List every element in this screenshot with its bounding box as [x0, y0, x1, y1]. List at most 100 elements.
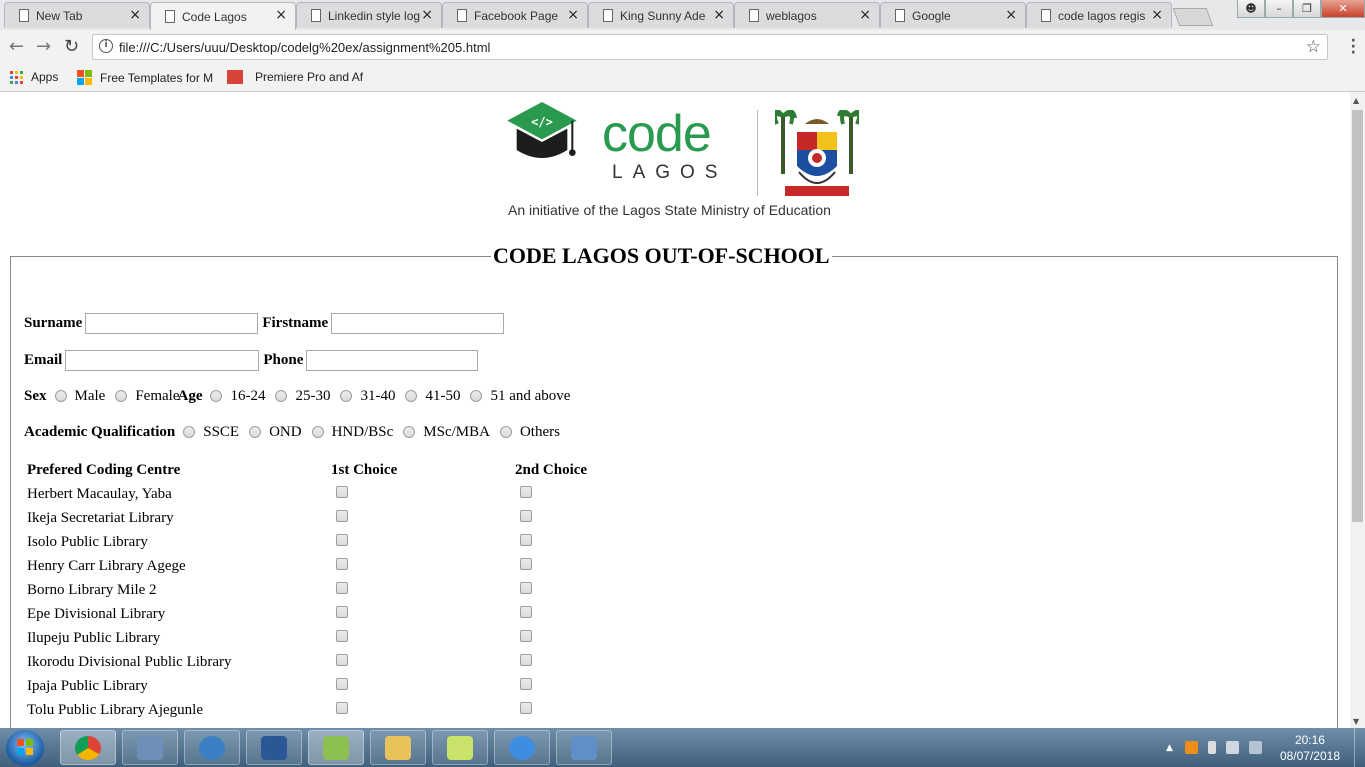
- email-input[interactable]: [65, 350, 260, 371]
- taskbar-word[interactable]: [246, 730, 302, 765]
- taskbar-remote[interactable]: [556, 730, 612, 765]
- page-scrollbar[interactable]: ▲ ▼: [1350, 92, 1365, 728]
- taskbar-notepadpp[interactable]: [308, 730, 364, 765]
- reload-icon[interactable]: ↻: [64, 37, 79, 57]
- back-arrow-icon[interactable]: ←: [9, 37, 24, 57]
- first-choice-checkbox[interactable]: [336, 701, 348, 714]
- close-tab-icon[interactable]: ×: [421, 8, 433, 22]
- bookmark-premiere[interactable]: Premiere Pro and Af: [227, 70, 363, 84]
- phone-input[interactable]: [306, 350, 479, 371]
- second-choice-checkbox[interactable]: [520, 677, 532, 690]
- sex-radio[interactable]: [54, 389, 67, 402]
- first-choice-checkbox[interactable]: [336, 581, 348, 594]
- code-lagos-logo: </> code LAGOS An initiative of the Lago…: [488, 100, 868, 225]
- age-radio[interactable]: [275, 389, 288, 402]
- first-choice-checkbox[interactable]: [336, 677, 348, 690]
- qualification-radio[interactable]: [403, 425, 416, 438]
- centre-name: Herbert Macaulay, Yaba: [27, 485, 172, 502]
- new-tab-button[interactable]: [1172, 8, 1214, 26]
- info-icon[interactable]: i: [99, 39, 113, 53]
- browser-tab[interactable]: Google ×: [880, 2, 1026, 28]
- first-choice-checkbox[interactable]: [336, 509, 348, 522]
- menu-dots-icon[interactable]: · · ·: [1351, 34, 1356, 60]
- close-window-button[interactable]: ✕: [1321, 0, 1365, 18]
- close-tab-icon[interactable]: ×: [129, 8, 141, 22]
- tab-title: Linkedin style log: [328, 8, 421, 23]
- browser-tab[interactable]: Facebook Page ×: [442, 2, 588, 28]
- volume-icon[interactable]: [1225, 741, 1239, 754]
- browser-tab[interactable]: New Tab ×: [4, 2, 150, 28]
- second-choice-checkbox[interactable]: [520, 533, 532, 546]
- bookmark-free-templates[interactable]: Free Templates for M: [77, 70, 213, 85]
- qualification-options: SSCE OND HND/BSc MSc/MBA Others: [175, 424, 562, 441]
- chrome-icon: [75, 736, 101, 760]
- bookmark-star-icon[interactable]: ☆: [1306, 37, 1321, 57]
- surname-input[interactable]: [85, 313, 259, 334]
- firstname-input[interactable]: [331, 313, 505, 334]
- taskbar-clock[interactable]: 20:16 08/07/2018: [1280, 732, 1340, 764]
- start-button[interactable]: [6, 730, 44, 766]
- second-choice-checkbox[interactable]: [520, 605, 532, 618]
- browser-tab[interactable]: Linkedin style log ×: [296, 2, 442, 28]
- sex-radio[interactable]: [115, 389, 128, 402]
- age-radio[interactable]: [210, 389, 223, 402]
- second-choice-checkbox[interactable]: [520, 485, 532, 498]
- age-radio[interactable]: [470, 389, 483, 402]
- scroll-up-icon[interactable]: ▲: [1353, 96, 1359, 105]
- taskbar-chrome[interactable]: [60, 730, 116, 765]
- forward-arrow-icon[interactable]: →: [36, 37, 51, 57]
- taskbar-reader[interactable]: [122, 730, 178, 765]
- browser-tab[interactable]: King Sunny Ade ×: [588, 2, 734, 28]
- age-radio[interactable]: [340, 389, 353, 402]
- user-icon[interactable]: ☻: [1237, 0, 1265, 18]
- tab-title: Code Lagos: [182, 9, 247, 24]
- scroll-down-icon[interactable]: ▼: [1353, 717, 1359, 726]
- first-choice-checkbox[interactable]: [336, 605, 348, 618]
- second-choice-checkbox[interactable]: [520, 701, 532, 714]
- first-choice-checkbox[interactable]: [336, 533, 348, 546]
- tab-title: New Tab: [36, 8, 83, 23]
- taskbar-explorer[interactable]: [370, 730, 426, 765]
- apps-grid-icon: [10, 70, 23, 84]
- qualification-option-label: OND: [269, 424, 302, 440]
- second-choice-checkbox[interactable]: [520, 653, 532, 666]
- close-tab-icon[interactable]: ×: [1151, 8, 1163, 22]
- first-choice-checkbox[interactable]: [336, 629, 348, 642]
- first-choice-checkbox[interactable]: [336, 485, 348, 498]
- url-text[interactable]: file:///C:/Users/uuu/Desktop/codelg%20ex…: [119, 40, 490, 55]
- close-tab-icon[interactable]: ×: [567, 8, 579, 22]
- browser-tab[interactable]: weblagos ×: [734, 2, 880, 28]
- close-tab-icon[interactable]: ×: [275, 8, 287, 22]
- close-tab-icon[interactable]: ×: [1005, 8, 1017, 22]
- bookmark-apps[interactable]: Apps: [10, 70, 58, 84]
- qualification-radio[interactable]: [499, 425, 512, 438]
- qualification-radio[interactable]: [183, 425, 196, 438]
- tray-app-icon[interactable]: [1184, 741, 1198, 754]
- second-choice-checkbox[interactable]: [520, 509, 532, 522]
- second-choice-checkbox[interactable]: [520, 581, 532, 594]
- network-icon[interactable]: [1248, 741, 1262, 754]
- age-option-label: 31-40: [360, 388, 396, 404]
- taskbar-app[interactable]: [494, 730, 550, 765]
- maximize-button[interactable]: ❐: [1293, 0, 1321, 18]
- minimize-button[interactable]: –: [1265, 0, 1293, 18]
- close-tab-icon[interactable]: ×: [713, 8, 725, 22]
- qualification-radio[interactable]: [311, 425, 324, 438]
- close-tab-icon[interactable]: ×: [859, 8, 871, 22]
- taskbar-math[interactable]: [184, 730, 240, 765]
- qualification-radio[interactable]: [249, 425, 262, 438]
- second-choice-checkbox[interactable]: [520, 557, 532, 570]
- tray-expand-icon[interactable]: ▲: [1166, 743, 1173, 753]
- battery-icon[interactable]: [1207, 741, 1216, 754]
- first-choice-checkbox[interactable]: [336, 653, 348, 666]
- show-desktop-button[interactable]: [1354, 728, 1365, 767]
- address-bar[interactable]: i file:///C:/Users/uuu/Desktop/codelg%20…: [92, 34, 1328, 60]
- scrollbar-thumb[interactable]: [1352, 110, 1363, 522]
- table-row: Isolo Public Library: [24, 530, 590, 554]
- taskbar-sticky[interactable]: [432, 730, 488, 765]
- browser-tab[interactable]: code lagos regis ×: [1026, 2, 1172, 28]
- first-choice-checkbox[interactable]: [336, 557, 348, 570]
- browser-tab[interactable]: Code Lagos ×: [150, 2, 296, 30]
- age-radio[interactable]: [405, 389, 418, 402]
- second-choice-checkbox[interactable]: [520, 629, 532, 642]
